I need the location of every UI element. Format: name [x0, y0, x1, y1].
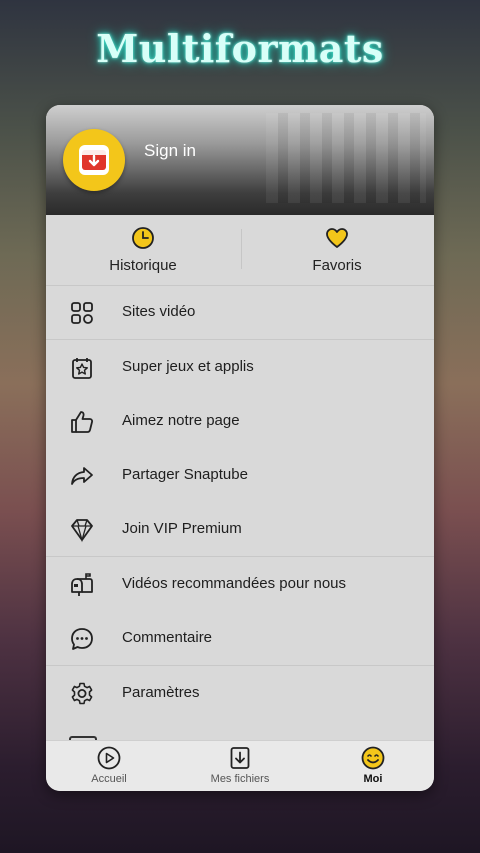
- nav-label: Accueil: [91, 773, 127, 785]
- gear-icon: [71, 682, 93, 705]
- menu-item-partager[interactable]: Partager Snaptube: [46, 448, 434, 502]
- menu-item-label: Sites vidéo: [122, 303, 196, 320]
- menu-item-label: Partager Snaptube: [122, 466, 248, 483]
- thumbs-up-icon: [71, 411, 94, 433]
- menu-item-label: Paramètres: [122, 684, 200, 701]
- menu-item-label: Join VIP Premium: [122, 520, 242, 537]
- menu-item-commentaire[interactable]: Commentaire: [46, 611, 434, 665]
- quick-action-label: Favoris: [312, 257, 362, 274]
- nav-moi[interactable]: Moi: [323, 745, 423, 785]
- smiley-icon: [361, 746, 385, 770]
- quick-action-favoris[interactable]: Favoris: [240, 225, 434, 274]
- download-file-icon: [230, 747, 250, 769]
- menu-item-sites-video[interactable]: Sites vidéo: [46, 285, 434, 339]
- quick-action-label: Historique: [109, 257, 177, 274]
- grid-icon: [71, 302, 93, 324]
- snaptube-download-icon: [82, 150, 106, 170]
- nav-mes-fichiers[interactable]: Mes fichiers: [190, 745, 290, 785]
- share-arrow-icon: [71, 467, 93, 485]
- quick-actions: Historique Favoris: [46, 215, 434, 286]
- menu-item-vip-premium[interactable]: Join VIP Premium: [46, 502, 434, 556]
- sign-in-link[interactable]: Sign in: [144, 141, 196, 161]
- bottom-navigation: Accueil Mes fichiers Moi: [46, 740, 434, 791]
- menu-item-videos-recommandees[interactable]: Vidéos recommandées pour nous: [46, 557, 434, 611]
- chat-bubble-icon: [71, 628, 93, 650]
- menu-item-label: Vidéos recommandées pour nous: [122, 575, 347, 592]
- diamond-icon: [71, 519, 93, 543]
- nav-label: Moi: [363, 773, 383, 785]
- menu-item-jeux-applis[interactable]: Super jeux et applis: [46, 340, 434, 394]
- star-badge-icon: [72, 358, 92, 379]
- play-circle-icon: [97, 746, 121, 770]
- heart-icon: [326, 228, 348, 248]
- header-background-art: [266, 113, 426, 203]
- menu-item-parametres[interactable]: Paramètres: [46, 666, 434, 720]
- menu-item-label: Aimez notre page: [122, 412, 240, 429]
- profile-header: Sign in: [46, 105, 434, 215]
- mailbox-icon: [71, 573, 93, 596]
- menu-item-label: Commentaire: [122, 629, 213, 646]
- nav-accueil[interactable]: Accueil: [59, 745, 159, 785]
- menu-item-aimez-page[interactable]: Aimez notre page: [46, 394, 434, 448]
- avatar[interactable]: [63, 129, 125, 191]
- clock-icon: [132, 227, 154, 249]
- app-screen: Sign in Historique Favoris Sites vidéo S…: [46, 105, 434, 791]
- nav-label: Mes fichiers: [210, 773, 270, 785]
- quick-action-historique[interactable]: Historique: [46, 225, 240, 274]
- menu-item-label: Super jeux et applis: [122, 358, 254, 375]
- promo-headline: Multiformats: [96, 26, 384, 71]
- settings-menu: Sites vidéo Super jeux et applis Aimez n…: [46, 285, 434, 720]
